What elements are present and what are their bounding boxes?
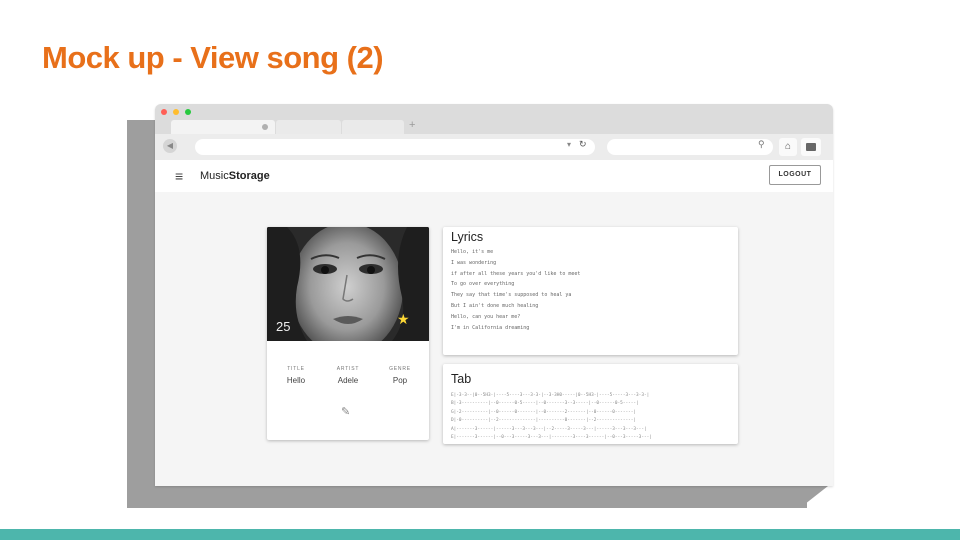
search-bar[interactable] [607,139,773,155]
search-icon[interactable]: ⚲ [758,139,765,150]
genre-field: GENRE Pop [373,366,427,385]
tab-line: D|-0----------|--2--------------|-------… [451,418,637,424]
artist-field: ARTIST Adele [321,366,375,385]
slide-title: Mock up - View song (2) [42,40,384,75]
artist-value: Adele [337,376,359,385]
album-cover: 25 ★ [267,227,429,341]
browser-titlebar: + [155,104,833,134]
lyrics-card: Lyrics Hello, it's me I was wondering if… [443,227,738,355]
tab-line: G|-2----------|--0------0-------|--0----… [451,409,637,415]
maximize-window-icon[interactable] [185,109,191,115]
cover-number: 25 [276,319,291,334]
browser-tab[interactable] [276,120,341,134]
lyrics-line: if after all these years you'd like to m… [451,270,581,277]
close-window-icon[interactable] [161,109,167,115]
brand-light-text: Music [200,170,229,182]
tab-list: E|-3-3--|0--5H3-|----5----3---3-3-|--3-3… [451,393,652,443]
lyrics-line: I was wondering [451,259,497,266]
app-brand[interactable]: MusicStorage [200,170,270,182]
frame-shadow-corner [800,486,828,508]
back-icon[interactable]: ◀ [163,139,177,153]
slide: Mock up - View song (2) + ◀ ▾ ↻ ⚲ ⌂ ≡ Mu… [0,0,960,540]
title-field: TITLE Hello [269,366,323,385]
edit-pencil-icon[interactable]: ✎ [341,405,350,418]
lyrics-line: To go over everything [451,281,515,288]
lyrics-line: I'm in California dreaming [451,324,530,331]
main-content: 25 ★ TITLE Hello ARTIST Adele GENRE Pop … [155,192,833,486]
genre-value: Pop [392,376,408,385]
title-label: TITLE [287,366,305,372]
artist-label: ARTIST [336,366,360,372]
title-value: Hello [286,376,306,385]
address-bar[interactable] [195,139,595,155]
reload-icon[interactable]: ↻ [579,139,587,150]
tab-line: E|-------3------|--0---3-----3---3---|--… [451,434,652,440]
new-tab-icon[interactable]: + [409,119,415,131]
tab-card: Tab E|-3-3--|0--5H3-|----5----3---3-3-|-… [443,364,738,444]
lyrics-line: Hello, it's me [451,249,494,255]
home-icon[interactable]: ⌂ [779,138,797,156]
lyrics-list: Hello, it's me I was wondering if after … [451,249,580,335]
song-card: 25 ★ TITLE Hello ARTIST Adele GENRE Pop … [267,227,429,440]
browser-toolbar: ◀ ▾ ↻ ⚲ ⌂ [155,134,833,160]
lyrics-line: But I ain't done much healing [451,302,539,309]
bottom-band [0,529,960,540]
browser-tab[interactable] [342,120,404,134]
tab-heading: Tab [451,372,472,386]
lyrics-line: They say that time's supposed to heal ya [451,292,572,299]
lyrics-line: Hello, can you hear me? [451,313,521,320]
favorite-star-icon[interactable]: ★ [397,311,410,328]
app-bar: ≡ MusicStorage LOGOUT [155,160,833,192]
browser-tab-active[interactable] [171,120,275,134]
logout-button[interactable]: LOGOUT [769,165,821,185]
brand-bold-text: Storage [228,170,270,182]
tab-line: A|-------3------|------3---3---3---|--2-… [451,426,647,432]
frame-shadow-bottom [127,486,807,508]
browser-window: + ◀ ▾ ↻ ⚲ ⌂ ≡ MusicStorage LOGOUT 25 ★ T… [155,104,833,486]
lyrics-heading: Lyrics [451,230,484,244]
menu-icon[interactable] [801,138,821,156]
hamburger-menu-icon[interactable]: ≡ [175,168,183,184]
genre-label: GENRE [389,366,411,372]
minimize-window-icon[interactable] [173,109,179,115]
tab-close-icon[interactable] [262,124,268,130]
tab-line: B|-3----------|--0------0-5-----|--0----… [451,401,639,407]
